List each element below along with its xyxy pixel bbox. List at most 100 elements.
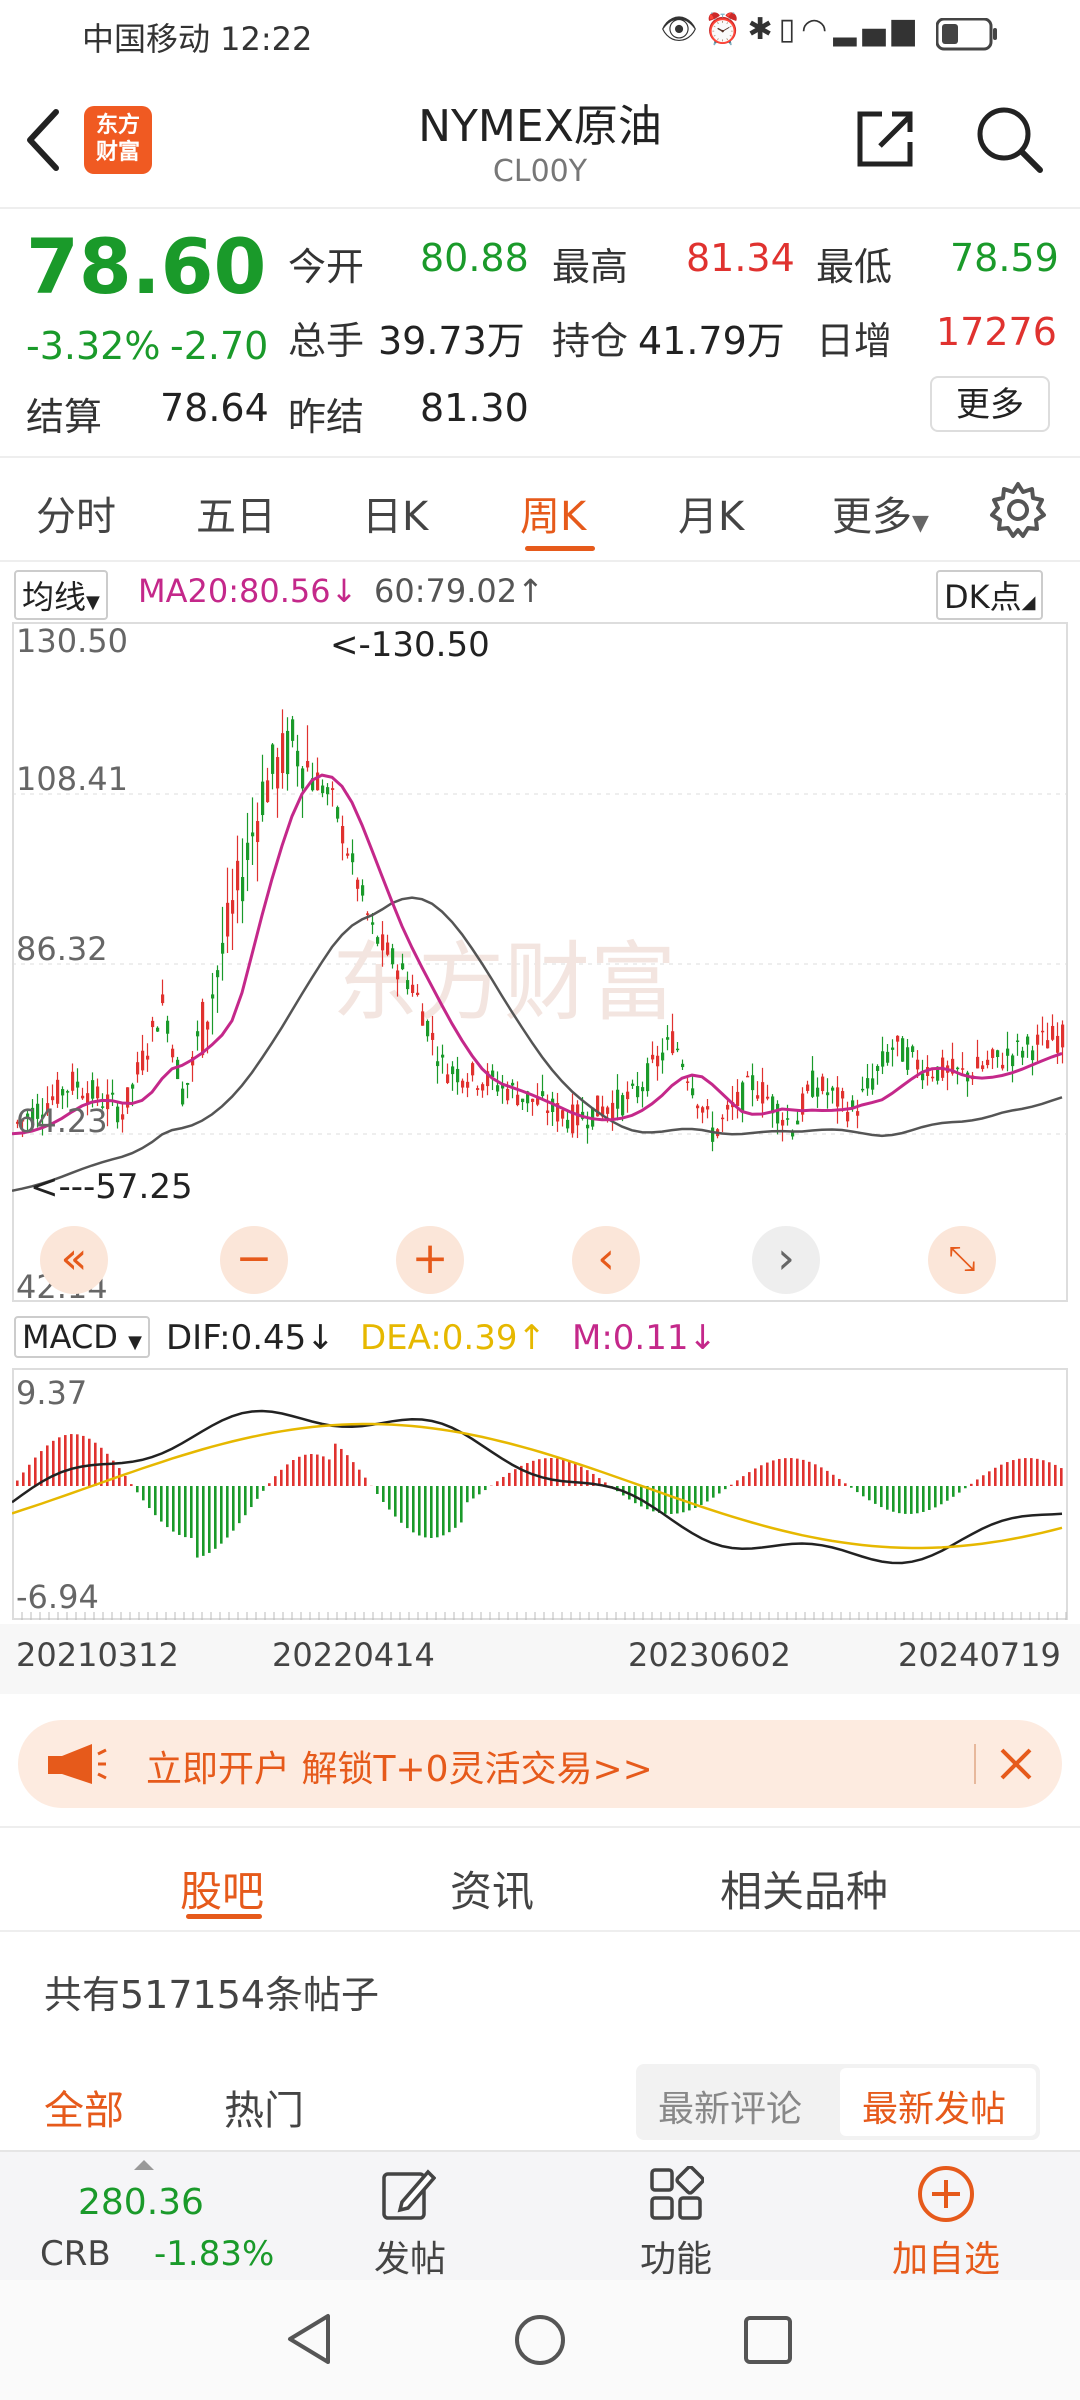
macd-bar (688, 1486, 691, 1511)
candle-body (786, 1118, 790, 1120)
prev-settle-label: 昨结 (288, 395, 365, 439)
candle-body (881, 1051, 885, 1067)
macd-bar (862, 1486, 865, 1497)
candle-body (611, 1102, 615, 1119)
macd-bar (130, 1484, 133, 1486)
status-icons: 👁⏰✱▯◠▂▄▆ (660, 12, 921, 47)
candle-body (721, 1117, 725, 1120)
dk-point-button[interactable]: DK点◢ (936, 570, 1044, 620)
candle-body (286, 730, 290, 775)
candle-body (996, 1050, 1000, 1058)
tab-news[interactable]: 资讯 (450, 1858, 534, 1919)
candle-body (96, 1086, 100, 1099)
scroll-left-fast-button[interactable]: « (40, 1226, 108, 1294)
home-circle-icon[interactable] (512, 2312, 568, 2368)
candle-body (236, 860, 240, 891)
add-watchlist-label[interactable]: 加自选 (892, 2230, 1000, 2282)
macd-bar (904, 1486, 907, 1514)
candle-body (161, 994, 165, 1004)
candle-body (1041, 1030, 1045, 1033)
zoom-out-button[interactable]: − (220, 1226, 288, 1294)
candle-body (991, 1049, 995, 1058)
candle-body (196, 1031, 200, 1037)
macd-bar (256, 1486, 259, 1499)
candle-body (496, 1085, 500, 1092)
open-account-banner[interactable]: 立即开户 解锁T+0灵活交易>> (18, 1720, 1062, 1808)
share-icon[interactable] (852, 106, 918, 172)
tab-five-day[interactable]: 五日 (196, 484, 276, 542)
scroll-right-button[interactable]: › (752, 1226, 820, 1294)
zoom-in-button[interactable]: + (396, 1226, 464, 1294)
close-icon[interactable] (996, 1744, 1036, 1784)
crb-label: CRB (40, 2234, 111, 2274)
tab-guba[interactable]: 股吧 (180, 1858, 264, 1919)
candle-body (856, 1111, 860, 1116)
tab-more[interactable]: 更多▼ (832, 484, 929, 542)
x-label-3: 20230602 (628, 1636, 791, 1674)
macd-bar (142, 1486, 145, 1501)
function-button-label[interactable]: 功能 (640, 2230, 712, 2282)
macd-bar (706, 1486, 709, 1502)
candle-body (521, 1098, 525, 1103)
candle-body (751, 1075, 755, 1091)
macd-bar (742, 1476, 745, 1486)
y-label-2: 108.41 (16, 760, 128, 798)
edit-icon[interactable] (380, 2166, 436, 2222)
ma-selector[interactable]: 均线▼ (14, 570, 108, 620)
candle-body (206, 1021, 210, 1030)
battery-icon (936, 18, 997, 51)
candle-body (561, 1110, 565, 1119)
candle-body (331, 788, 335, 790)
scroll-left-button[interactable]: ‹ (572, 1226, 640, 1294)
back-triangle-icon[interactable] (284, 2312, 334, 2366)
candle-body (321, 785, 325, 794)
macd-chart[interactable]: 9.37 -6.94 (12, 1368, 1068, 1620)
tab-daily-k[interactable]: 日K (362, 484, 428, 542)
recents-square-icon[interactable] (742, 2314, 794, 2366)
macd-bar (1012, 1460, 1015, 1486)
candle-body (406, 980, 410, 990)
macd-bar (322, 1456, 325, 1486)
sort-latest-comment[interactable]: 最新评论 (658, 2080, 802, 2132)
tab-weekly-k[interactable]: 周K (520, 484, 586, 542)
macd-bar (466, 1486, 469, 1503)
macd-bar (274, 1476, 277, 1486)
more-quote-button[interactable]: 更多 (930, 376, 1050, 432)
filter-hot[interactable]: 热门 (224, 2078, 304, 2136)
macd-bar (982, 1475, 985, 1486)
grid-icon[interactable] (648, 2166, 704, 2222)
candle-body (416, 992, 420, 995)
candle-body (1021, 1050, 1025, 1058)
candle-body (821, 1076, 825, 1092)
candle-body (876, 1066, 880, 1071)
daily-inc-label: 日增 (816, 319, 893, 363)
tab-intraday[interactable]: 分时 (36, 484, 116, 542)
macd-bar (550, 1458, 553, 1486)
fullscreen-icon[interactable]: ⤡ (928, 1226, 996, 1294)
crb-change: -1.83% (154, 2234, 275, 2274)
macd-selector[interactable]: MACD ▼ (14, 1316, 150, 1358)
macd-bar (964, 1486, 967, 1489)
ma20-legend: MA20:80.56↓ (138, 572, 357, 610)
tab-related[interactable]: 相关品种 (720, 1858, 888, 1919)
tab-monthly-k[interactable]: 月K (678, 484, 744, 542)
x-label-1: 20210312 (16, 1636, 179, 1674)
filter-all[interactable]: 全部 (44, 2078, 124, 2136)
macd-bar (952, 1486, 955, 1497)
macd-bar (472, 1486, 475, 1499)
sort-latest-post[interactable]: 最新发帖 (862, 2080, 1006, 2132)
candle-body (166, 1020, 170, 1034)
candle-body (211, 994, 215, 999)
add-circle-icon[interactable] (916, 2164, 976, 2224)
macd-bar (1024, 1458, 1027, 1486)
m-value: M:0.11 (572, 1318, 689, 1358)
macd-bar (184, 1486, 187, 1538)
settings-gear-icon[interactable] (988, 480, 1048, 540)
kline-chart[interactable]: 东方财富 130.50 108.41 86.32 64.23 42.14 <-1… (12, 622, 1068, 1302)
macd-bar (352, 1462, 355, 1486)
post-button-label[interactable]: 发帖 (374, 2230, 446, 2282)
candle-body (141, 1050, 145, 1071)
macd-bar (460, 1486, 463, 1523)
search-icon[interactable] (974, 104, 1046, 176)
macd-bar (250, 1486, 253, 1508)
